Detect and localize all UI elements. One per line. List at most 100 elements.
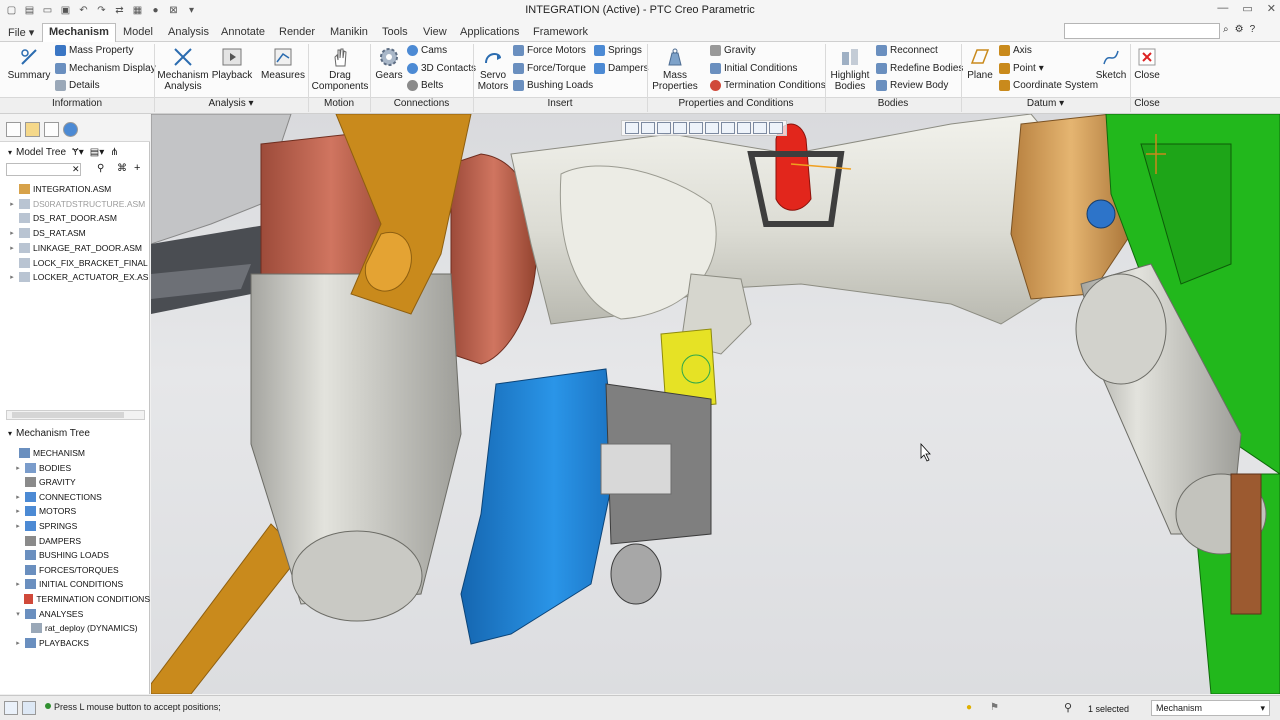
summary-button[interactable]: Summary xyxy=(8,46,50,81)
blue-bushing[interactable] xyxy=(1087,200,1115,228)
mechanism-tree-header[interactable]: ▾ Mechanism Tree xyxy=(0,424,150,442)
mechanism-tree-item[interactable]: BUSHING LOADS xyxy=(0,548,150,562)
clear-search-icon[interactable]: ✕ xyxy=(72,164,80,175)
expand-icon[interactable]: ▾ xyxy=(14,610,22,618)
gravity-button[interactable]: Gravity xyxy=(710,45,756,56)
servo-motors-button[interactable]: ServoMotors xyxy=(476,46,510,92)
graphics-area[interactable] xyxy=(151,114,1280,694)
settings-icon[interactable]: ⚙ xyxy=(1235,24,1244,35)
selection-binoculars-icon[interactable]: ⚲ xyxy=(1064,701,1072,714)
group-label-datum[interactable]: Datum ▾ xyxy=(961,98,1130,112)
selection-filter-select[interactable]: Mechanism▾ xyxy=(1151,700,1270,716)
expand-icon[interactable]: ▸ xyxy=(14,639,22,647)
mechanism-tree-item[interactable]: MECHANISM xyxy=(0,446,150,460)
selection-count[interactable]: 1 selected xyxy=(1088,704,1129,714)
belts-button[interactable]: Belts xyxy=(407,80,443,91)
initial-conditions-button[interactable]: Initial Conditions xyxy=(710,63,797,74)
expand-icon[interactable]: ▸ xyxy=(14,493,22,501)
mechanism-tree-item[interactable]: ▸INITIAL CONDITIONS xyxy=(0,577,150,591)
binoculars-icon[interactable]: ⚲ xyxy=(97,163,104,174)
drag-components-button[interactable]: DragComponents xyxy=(312,46,368,92)
mechanism-tree-item[interactable]: TERMINATION CONDITIONS xyxy=(0,592,150,606)
red-clevis[interactable] xyxy=(776,124,811,210)
folder-browser-icon[interactable] xyxy=(25,122,40,137)
view-manager-icon[interactable] xyxy=(721,122,735,134)
maximize-icon[interactable]: ▭ xyxy=(1242,2,1252,15)
regeneration-status-icon[interactable]: ● xyxy=(966,702,972,713)
group-label-analysis[interactable]: Analysis ▾ xyxy=(154,98,308,112)
tree-item[interactable]: ▸DS0RATDSTRUCTURE.ASM xyxy=(0,197,150,211)
springs-button[interactable]: Springs xyxy=(594,45,642,56)
mechanism-tree-item[interactable]: ▸MOTORS xyxy=(0,504,150,518)
tab-tools[interactable]: Tools xyxy=(376,24,414,42)
tree-item[interactable]: LOCK_FIX_BRACKET_FINAL xyxy=(0,256,150,270)
force-torque-button[interactable]: Force/Torque xyxy=(513,63,586,74)
collapse-icon[interactable]: ▾ xyxy=(8,148,12,157)
expand-icon[interactable]: ▸ xyxy=(14,464,22,472)
force-motors-button[interactable]: Force Motors xyxy=(513,45,586,56)
tab-model[interactable]: Model xyxy=(117,24,159,42)
mass-properties-button[interactable]: MassProperties xyxy=(650,46,700,92)
help-icon[interactable]: ? xyxy=(1250,24,1256,35)
model-tree-tab-icon[interactable] xyxy=(6,122,21,137)
gears-button[interactable]: Gears xyxy=(374,46,404,81)
mechanism-tree-item[interactable]: rat_deploy (DYNAMICS) xyxy=(0,621,150,635)
coordinate-system-button[interactable]: Coordinate System xyxy=(999,80,1098,91)
tree-settings-icon[interactable]: Ɏ▾ xyxy=(72,147,84,158)
tree-item[interactable]: ▸LINKAGE_RAT_DOOR.ASM xyxy=(0,241,150,255)
close-mechanism-button[interactable]: Close xyxy=(1134,46,1160,81)
tree-item[interactable]: ▸LOCKER_ACTUATOR_EX.AS xyxy=(0,270,150,284)
tree-filter-icon[interactable]: ⋔ xyxy=(110,147,118,158)
search-icon[interactable]: ⌕ xyxy=(1223,24,1229,35)
datum-display-icon[interactable] xyxy=(737,122,751,134)
review-body-button[interactable]: Review Body xyxy=(876,80,948,91)
mechanism-tree-item[interactable]: FORCES/TORQUES xyxy=(0,563,150,577)
point-button[interactable]: Point▾ xyxy=(999,63,1044,74)
mechanism-display-button[interactable]: Mechanism Display xyxy=(55,63,156,74)
model-tree-header[interactable]: ▾ Model Tree Ɏ▾ ▤▾ ⋔ xyxy=(0,143,150,161)
tree-search-input[interactable] xyxy=(6,163,81,176)
mechanism-tree-item[interactable]: ▾ANALYSES xyxy=(0,607,150,621)
termination-conditions-button[interactable]: Termination Conditions xyxy=(710,80,826,91)
tab-applications[interactable]: Applications xyxy=(454,24,525,42)
tree-item[interactable]: ▸DS_RAT.ASM xyxy=(0,226,150,240)
measures-button[interactable]: Measures xyxy=(261,46,305,81)
spin-center-icon[interactable] xyxy=(769,122,783,134)
annotation-display-icon[interactable] xyxy=(753,122,767,134)
expand-icon[interactable]: ▸ xyxy=(14,522,22,530)
show-icon[interactable]: ⌘ xyxy=(117,163,127,174)
tab-framework[interactable]: Framework xyxy=(527,24,594,42)
redefine-bodies-button[interactable]: Redefine Bodies xyxy=(876,63,963,74)
zoom-in-icon[interactable] xyxy=(641,122,655,134)
saved-orientations-icon[interactable] xyxy=(705,122,719,134)
repaint-icon[interactable] xyxy=(673,122,687,134)
command-search-input[interactable] xyxy=(1064,23,1220,39)
expand-icon[interactable]: ▸ xyxy=(14,507,22,515)
tab-annotate[interactable]: Annotate xyxy=(215,24,271,42)
plane-button[interactable]: Plane xyxy=(964,46,996,81)
close-icon[interactable]: ✕ xyxy=(1267,2,1276,15)
display-style-icon[interactable] xyxy=(689,122,703,134)
browser-toggle-icon[interactable] xyxy=(22,701,36,715)
axis-button[interactable]: Axis xyxy=(999,45,1032,56)
expand-icon[interactable]: ▸ xyxy=(14,580,22,588)
history-icon[interactable] xyxy=(63,122,78,137)
mechanism-tree-item[interactable]: GRAVITY xyxy=(0,475,150,489)
scrollbar-thumb[interactable] xyxy=(12,412,124,418)
cams-button[interactable]: Cams xyxy=(407,45,447,56)
bushing-loads-button[interactable]: Bushing Loads xyxy=(513,80,593,91)
tree-item[interactable]: INTEGRATION.ASM xyxy=(0,182,150,196)
tree-item[interactable]: DS_RAT_DOOR.ASM xyxy=(0,211,150,225)
expand-icon[interactable]: ▸ xyxy=(8,200,16,208)
3d-contacts-button[interactable]: 3D Contacts xyxy=(407,63,476,74)
playback-button[interactable]: Playback xyxy=(211,46,253,81)
mechanism-tree-item[interactable]: ▸SPRINGS xyxy=(0,519,150,533)
tab-render[interactable]: Render xyxy=(273,24,321,42)
favorites-icon[interactable] xyxy=(44,122,59,137)
actuator-shaft[interactable] xyxy=(601,444,671,494)
actuator-end[interactable] xyxy=(611,544,661,604)
mechanism-tree-item[interactable]: ▸PLAYBACKS xyxy=(0,636,150,650)
flag-icon[interactable]: ⚑ xyxy=(990,702,999,713)
refit-icon[interactable] xyxy=(625,122,639,134)
tab-view[interactable]: View xyxy=(417,24,453,42)
